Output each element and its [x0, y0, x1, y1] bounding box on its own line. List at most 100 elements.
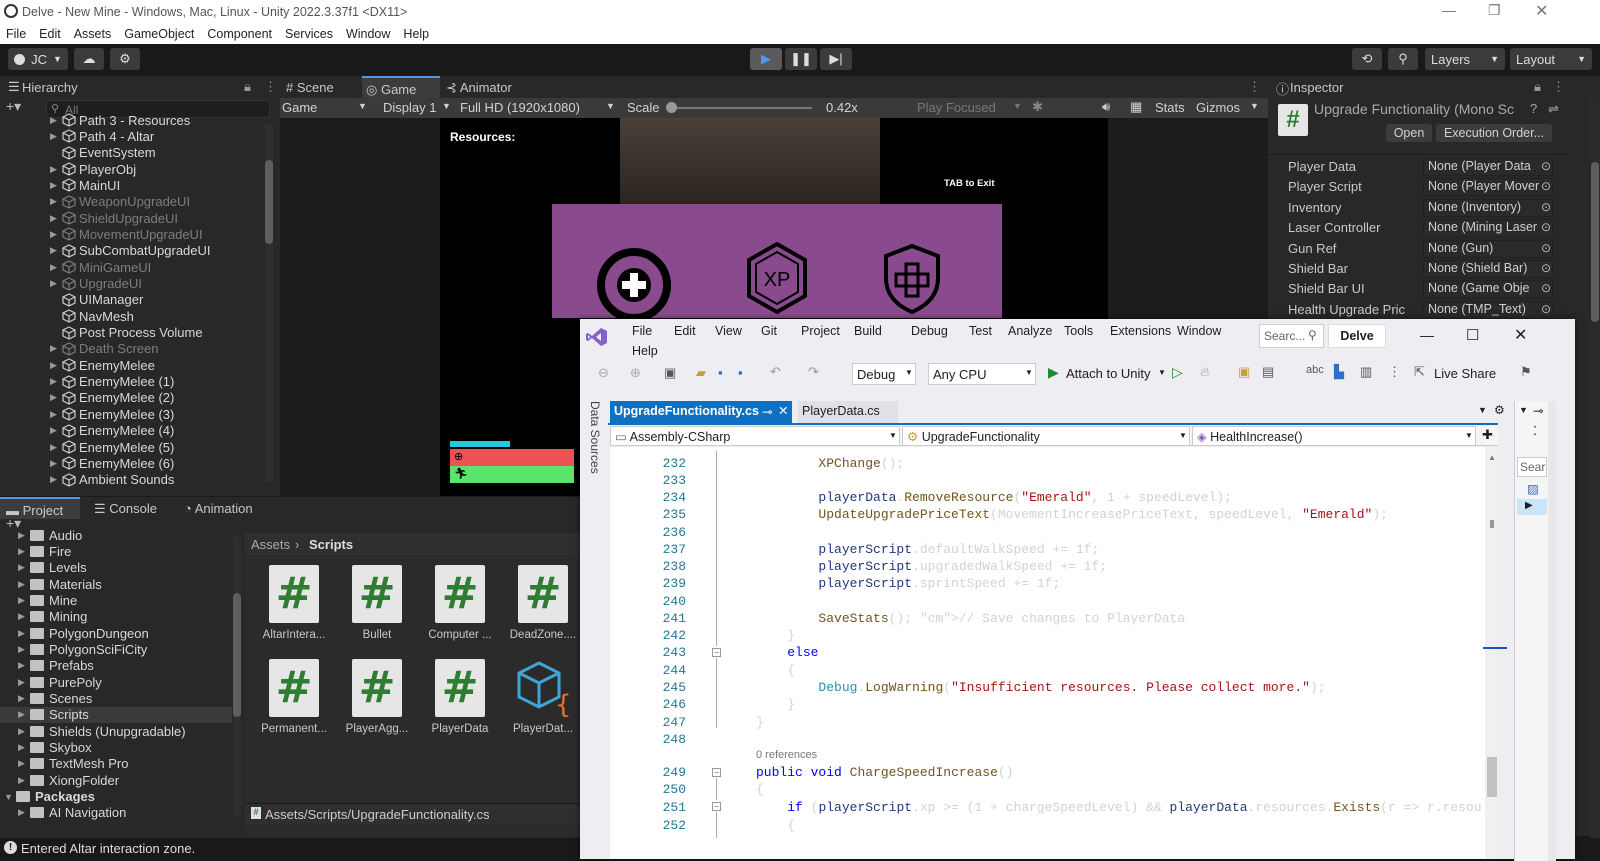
object-picker-icon[interactable]: ⊙ — [1541, 220, 1551, 234]
account-button[interactable]: JC ▼ — [8, 48, 68, 70]
project-folder-audio[interactable]: ▶ Audio — [18, 527, 82, 543]
side-search-input[interactable]: Sear — [1517, 457, 1547, 477]
project-folder-levels[interactable]: ▶ Levels — [18, 560, 87, 576]
hierarchy-item[interactable]: EventSystem — [50, 145, 156, 161]
chevron-right-icon[interactable]: ▶ — [18, 807, 28, 818]
class-dropdown[interactable]: ⚙ UpgradeFunctionality ▼ — [902, 426, 1190, 446]
chevron-right-icon[interactable]: ▶ — [50, 196, 60, 207]
chevron-right-icon[interactable]: ▶ — [50, 409, 60, 420]
new-item-icon[interactable]: ▣ — [664, 365, 676, 381]
restore-icon[interactable]: ❐ — [1488, 2, 1501, 19]
tab-scene[interactable]: # Scene — [286, 80, 334, 95]
asset-item[interactable]: # PlayerData — [425, 659, 495, 735]
view-icon[interactable]: ▨ — [1527, 481, 1539, 496]
hierarchy-item[interactable]: NavMesh — [50, 308, 134, 324]
save-all-icon[interactable]: ▪ — [738, 365, 743, 380]
project-scrollbar[interactable] — [233, 537, 241, 817]
hierarchy-item[interactable]: Post Process Volume — [50, 325, 203, 341]
stats-button[interactable]: Stats — [1155, 100, 1185, 115]
hierarchy-item[interactable]: ▶ UpgradeUI — [50, 276, 142, 292]
attach-to-unity-button[interactable]: Attach to Unity — [1066, 366, 1151, 381]
project-folder-xiongfolder[interactable]: ▶ XiongFolder — [18, 772, 119, 788]
tab-console[interactable]: ☰ Console — [94, 501, 157, 517]
hierarchy-item[interactable]: ▶ Path 4 - Altar — [50, 128, 154, 144]
vs-menu-view[interactable]: View — [715, 324, 742, 338]
object-picker-icon[interactable]: ⊙ — [1541, 200, 1551, 214]
more-icon[interactable]: ⋮ — [1248, 79, 1261, 95]
vs-menu-test[interactable]: Test — [969, 324, 992, 338]
chevron-right-icon[interactable]: ▶ — [18, 758, 28, 769]
collapse-icon[interactable]: − — [712, 768, 721, 777]
vs-menu-analyze[interactable]: Analyze — [1008, 324, 1052, 338]
object-field[interactable]: None (Player Mover — [1423, 178, 1553, 197]
object-field[interactable]: None (Mining Laser — [1423, 219, 1553, 238]
settings-icon[interactable]: ⇌ — [1548, 101, 1559, 117]
menu-component[interactable]: Component — [207, 27, 272, 41]
hierarchy-item[interactable]: ▶ Ambient Sounds — [50, 472, 174, 488]
hierarchy-item[interactable]: ▶ ShieldUpgradeUI — [50, 210, 178, 226]
asset-item[interactable]: # PlayerAgg... — [342, 659, 412, 735]
chevron-right-icon[interactable]: ▶ — [50, 360, 60, 371]
minimize-icon[interactable]: — — [1442, 2, 1456, 18]
project-dropdown[interactable]: ▭ Assembly-CSharp ▼ — [610, 426, 900, 446]
breadcrumb-scripts[interactable]: Scripts — [309, 537, 353, 552]
project-folder-prefabs[interactable]: ▶ Prefabs — [18, 658, 94, 674]
inspector-tab[interactable]: Inspector — [1290, 80, 1343, 95]
vs-menu-tools[interactable]: Tools — [1064, 324, 1093, 338]
save-icon[interactable]: ▪ — [718, 365, 723, 380]
tab-playerdata[interactable]: PlayerData.cs — [798, 401, 898, 423]
window-layout-icon[interactable]: ▤ — [1262, 364, 1274, 380]
lock-icon[interactable]: 🔒︎ — [1534, 79, 1541, 95]
vs-menu-project[interactable]: Project — [801, 324, 840, 338]
menu-gameobject[interactable]: GameObject — [124, 27, 194, 41]
chevron-right-icon[interactable]: ▶ — [18, 677, 28, 688]
cloud-button[interactable]: ☁ — [74, 48, 104, 70]
chevron-right-icon[interactable]: ▶ — [50, 392, 60, 403]
hierarchy-item[interactable]: ▶ EnemyMelee (2) — [50, 390, 174, 406]
chevron-right-icon[interactable]: ▶ — [18, 644, 28, 655]
open-folder-icon[interactable]: ▰ — [696, 365, 706, 381]
menu-file[interactable]: File — [6, 27, 26, 41]
chevron-right-icon[interactable]: ▶ — [18, 709, 28, 720]
pause-button[interactable]: ❚❚ — [785, 48, 817, 70]
platform-dropdown[interactable]: Any CPU ▼ — [928, 363, 1036, 385]
spell-check-icon[interactable]: abc — [1306, 364, 1324, 376]
chevron-right-icon[interactable]: ▶ — [50, 245, 60, 256]
dock-icon[interactable]: ⁚ — [1533, 423, 1537, 438]
member-dropdown[interactable]: ◈ HealthIncrease() ▼ — [1192, 426, 1476, 446]
asset-item[interactable]: {} PlayerDat... — [508, 659, 578, 735]
scroll-thumb[interactable] — [1487, 757, 1497, 797]
asset-item[interactable]: # Computer ... — [425, 565, 495, 641]
chevron-right-icon[interactable]: ▶ — [18, 628, 28, 639]
back-icon[interactable]: ⊖ — [598, 365, 609, 381]
share-icon[interactable]: ⇱ — [1414, 364, 1425, 380]
chevron-right-icon[interactable]: ▶ — [50, 180, 60, 191]
scroll-thumb[interactable] — [233, 593, 241, 717]
chevron-right-icon[interactable]: ▶ — [18, 546, 28, 557]
forward-icon[interactable]: ⊕ — [630, 365, 641, 381]
project-folder-purepoly[interactable]: ▶ PurePoly — [18, 674, 102, 690]
hierarchy-item[interactable]: ▶ Path 3 - Resources — [50, 112, 190, 128]
chevron-right-icon[interactable]: ▶ — [50, 213, 60, 224]
chevron-right-icon[interactable]: ▶ — [50, 229, 60, 240]
chevron-right-icon[interactable]: ▼ — [4, 792, 14, 802]
hierarchy-item[interactable]: ▶ EnemyMelee (6) — [50, 455, 174, 471]
play-button[interactable]: ▶ — [750, 48, 782, 70]
vs-menu-file[interactable]: File — [632, 324, 652, 338]
chevron-right-icon[interactable]: ▶ — [50, 442, 60, 453]
gear-icon[interactable]: ⚙ — [1494, 403, 1505, 417]
hierarchy-item[interactable]: UIManager — [50, 292, 143, 308]
overflow-icon[interactable]: ⋮ — [1388, 364, 1401, 380]
vs-menu-edit[interactable]: Edit — [674, 324, 696, 338]
menu-window[interactable]: Window — [346, 27, 390, 41]
tab-game[interactable]: ◎ Game — [362, 76, 440, 98]
folder-icon[interactable]: ▣ — [1238, 364, 1250, 380]
view-dropdown[interactable]: Game — [282, 100, 317, 115]
speaker-icon[interactable]: 🔊︎ — [1102, 99, 1110, 115]
codelens-references[interactable]: 0 references — [756, 749, 817, 761]
project-folder-mine[interactable]: ▶ Mine — [18, 592, 77, 608]
project-folder-materials[interactable]: ▶ Materials — [18, 576, 102, 592]
close-icon[interactable]: ✕ — [1514, 325, 1527, 345]
vs-menu-help[interactable]: Help — [632, 344, 658, 358]
scroll-thumb[interactable] — [1591, 162, 1599, 322]
